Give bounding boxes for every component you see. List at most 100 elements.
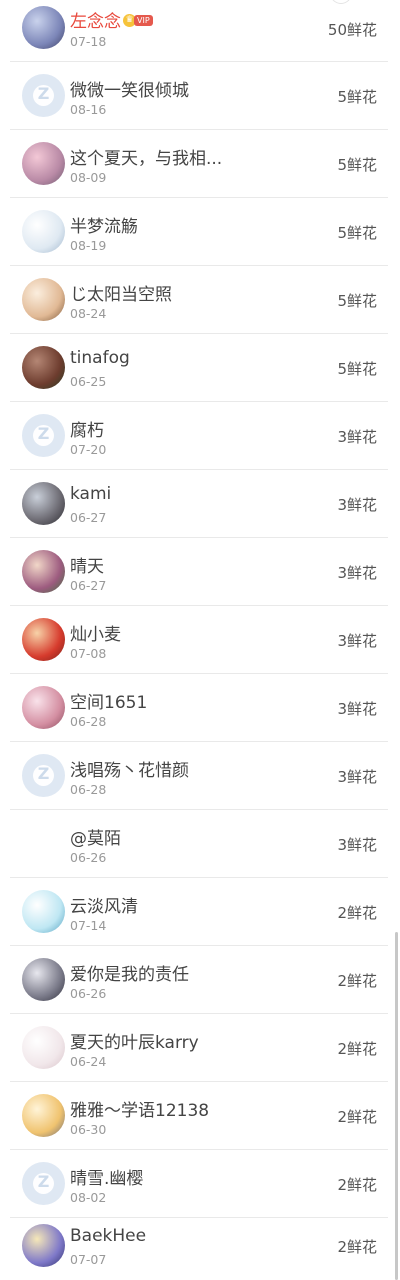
avatar[interactable] bbox=[22, 142, 65, 185]
gift-date: 07-07 bbox=[70, 1252, 107, 1267]
user-name[interactable]: 爱你是我的责任 bbox=[70, 960, 189, 985]
gift-date: 06-27 bbox=[70, 510, 107, 525]
flower-count: 2鲜花 bbox=[337, 1108, 377, 1126]
gift-date: 08-19 bbox=[70, 238, 107, 253]
default-avatar-icon[interactable] bbox=[22, 74, 65, 117]
flower-count: 3鲜花 bbox=[337, 836, 377, 854]
flower-count: 5鲜花 bbox=[337, 88, 377, 106]
list-item[interactable]: 夏天的叶辰karry 06-24 2鲜花 bbox=[10, 1014, 388, 1082]
flower-count: 3鲜花 bbox=[337, 700, 377, 718]
user-name[interactable]: 腐朽 bbox=[70, 416, 104, 441]
list-item[interactable]: 晴雪.幽樱 08-02 2鲜花 bbox=[10, 1150, 388, 1218]
list-item[interactable]: 灿小麦 07-08 3鲜花 bbox=[10, 606, 388, 674]
avatar[interactable] bbox=[22, 210, 65, 253]
flower-count: 5鲜花 bbox=[337, 224, 377, 242]
flower-count: 3鲜花 bbox=[337, 564, 377, 582]
flower-count: 5鲜花 bbox=[337, 360, 377, 378]
list-item[interactable]: 雅雅～学语12138 06-30 2鲜花 bbox=[10, 1082, 388, 1150]
list-item[interactable]: kami 06-27 3鲜花 bbox=[10, 470, 388, 538]
flower-count: 50鲜花 bbox=[327, 21, 377, 39]
flower-gift-list: 左念念♛VIP 07-18 50鲜花 微微一笑很倾城 08-16 5鲜花 这个夏… bbox=[0, 0, 400, 1280]
list-item[interactable]: BaekHee 07-07 2鲜花 bbox=[10, 1212, 388, 1280]
user-name[interactable]: 云淡风清 bbox=[70, 892, 138, 917]
flower-count: 2鲜花 bbox=[337, 904, 377, 922]
avatar[interactable] bbox=[22, 618, 65, 661]
list-item[interactable]: じ太阳当空照 08-24 5鲜花 bbox=[10, 266, 388, 334]
avatar[interactable] bbox=[22, 1224, 65, 1267]
default-avatar-icon[interactable] bbox=[22, 414, 65, 457]
vip-badge: ♛ VIP bbox=[123, 10, 153, 30]
user-name[interactable]: 晴雪.幽樱 bbox=[70, 1164, 143, 1189]
gift-date: 08-02 bbox=[70, 1190, 107, 1205]
user-name[interactable]: 雅雅～学语12138 bbox=[70, 1096, 209, 1121]
gift-date: 06-26 bbox=[70, 850, 107, 865]
flower-count: 2鲜花 bbox=[337, 1176, 377, 1194]
user-name[interactable]: 左念念 ♛ VIP bbox=[70, 7, 153, 32]
list-item[interactable]: 空间1651 06-28 3鲜花 bbox=[10, 674, 388, 742]
list-item[interactable]: 晴天 06-27 3鲜花 bbox=[10, 538, 388, 606]
gift-date: 06-30 bbox=[70, 1122, 107, 1137]
flower-count: 3鲜花 bbox=[337, 428, 377, 446]
gift-date: 06-24 bbox=[70, 1054, 107, 1069]
user-name[interactable]: 空间1651 bbox=[70, 688, 147, 713]
avatar[interactable] bbox=[22, 278, 65, 321]
flower-count: 2鲜花 bbox=[337, 1238, 377, 1256]
list-item[interactable]: 这个夏天，与我相... 08-09 5鲜花 bbox=[10, 130, 388, 198]
list-item[interactable]: 腐朽 07-20 3鲜花 bbox=[10, 402, 388, 470]
list-item[interactable]: 半梦流觞 08-19 5鲜花 bbox=[10, 198, 388, 266]
flower-count: 5鲜花 bbox=[337, 156, 377, 174]
flower-count: 5鲜花 bbox=[337, 292, 377, 310]
user-name[interactable]: BaekHee bbox=[70, 1226, 146, 1246]
gift-date: 06-28 bbox=[70, 714, 107, 729]
avatar[interactable] bbox=[22, 550, 65, 593]
user-name[interactable]: 微微一笑很倾城 bbox=[70, 76, 189, 101]
default-avatar-icon[interactable] bbox=[22, 1162, 65, 1205]
user-name[interactable]: 这个夏天，与我相... bbox=[70, 144, 222, 169]
list-item[interactable]: 浅唱殇丶花惜颜 06-28 3鲜花 bbox=[10, 742, 388, 810]
gift-date: 07-14 bbox=[70, 918, 107, 933]
avatar[interactable] bbox=[22, 1094, 65, 1137]
gift-date: 06-25 bbox=[70, 374, 107, 389]
vip-label: VIP bbox=[134, 14, 153, 26]
gift-date: 07-08 bbox=[70, 646, 107, 661]
user-name[interactable]: 夏天的叶辰karry bbox=[70, 1028, 199, 1053]
avatar[interactable] bbox=[22, 890, 65, 933]
list-item[interactable]: @莫陌 06-26 3鲜花 bbox=[10, 810, 388, 878]
avatar[interactable] bbox=[22, 1026, 65, 1069]
user-name[interactable]: 浅唱殇丶花惜颜 bbox=[70, 756, 189, 781]
avatar[interactable] bbox=[22, 6, 65, 49]
avatar[interactable] bbox=[22, 958, 65, 1001]
flower-count: 3鲜花 bbox=[337, 496, 377, 514]
list-item[interactable]: 云淡风清 07-14 2鲜花 bbox=[10, 878, 388, 946]
user-name[interactable]: 半梦流觞 bbox=[70, 212, 138, 237]
default-avatar-icon[interactable] bbox=[22, 754, 65, 797]
gift-date: 08-16 bbox=[70, 102, 107, 117]
flower-count: 2鲜花 bbox=[337, 972, 377, 990]
list-item[interactable]: 微微一笑很倾城 08-16 5鲜花 bbox=[10, 62, 388, 130]
avatar[interactable] bbox=[22, 346, 65, 389]
gift-date: 06-27 bbox=[70, 578, 107, 593]
scrollbar[interactable] bbox=[395, 932, 398, 1280]
flower-count: 2鲜花 bbox=[337, 1040, 377, 1058]
flower-count: 3鲜花 bbox=[337, 768, 377, 786]
list-item[interactable]: tinafog 06-25 5鲜花 bbox=[10, 334, 388, 402]
gift-date: 08-09 bbox=[70, 170, 107, 185]
avatar[interactable] bbox=[22, 822, 65, 865]
gift-date: 06-26 bbox=[70, 986, 107, 1001]
list-item[interactable]: 爱你是我的责任 06-26 2鲜花 bbox=[10, 946, 388, 1014]
user-name[interactable]: 晴天 bbox=[70, 552, 104, 577]
gift-date: 07-18 bbox=[70, 34, 107, 49]
user-name[interactable]: じ太阳当空照 bbox=[70, 280, 172, 305]
user-name[interactable]: kami bbox=[70, 484, 111, 504]
avatar[interactable] bbox=[22, 686, 65, 729]
user-name[interactable]: tinafog bbox=[70, 348, 130, 368]
gift-date: 06-28 bbox=[70, 782, 107, 797]
user-name[interactable]: 灿小麦 bbox=[70, 620, 121, 645]
user-name[interactable]: @莫陌 bbox=[70, 824, 121, 849]
flower-count: 3鲜花 bbox=[337, 632, 377, 650]
user-name-text: 左念念 bbox=[70, 12, 121, 32]
list-item[interactable]: 左念念 ♛ VIP 07-18 50鲜花 bbox=[10, 0, 388, 62]
avatar[interactable] bbox=[22, 482, 65, 525]
gift-date: 08-24 bbox=[70, 306, 107, 321]
gift-date: 07-20 bbox=[70, 442, 107, 457]
